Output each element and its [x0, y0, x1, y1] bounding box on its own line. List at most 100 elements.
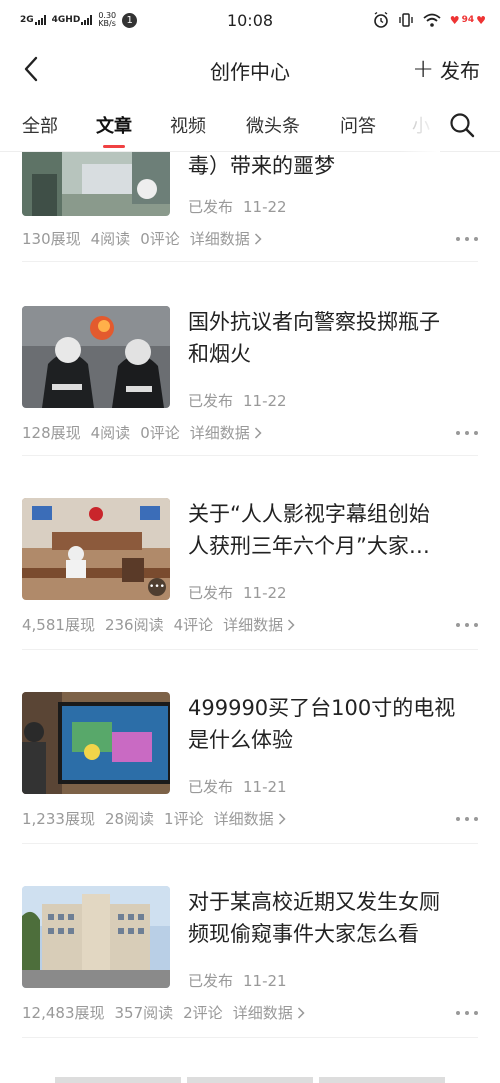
nav-bar: 创作中心 + 发布 — [0, 40, 500, 98]
article-stats: 1,233展现 28阅读 1评论 详细数据 — [22, 808, 286, 829]
detail-data-link[interactable]: 详细数据 — [190, 228, 262, 249]
article-thumbnail[interactable] — [22, 152, 170, 216]
reads-count: 4阅读 — [90, 424, 131, 442]
publish-status: 已发布 — [188, 584, 234, 602]
article-item[interactable]: 国外抗议者向警察投掷瓶子 和烟火 已发布 11-22 128展现 4阅读 0评论 … — [0, 262, 500, 456]
tab-videos[interactable]: 视频 — [170, 112, 206, 142]
article-title-line: 和烟火 — [188, 342, 251, 366]
chevron-right-icon — [254, 426, 262, 439]
chevron-right-icon — [297, 1006, 305, 1019]
detail-data-link[interactable]: 详细数据 — [233, 1002, 305, 1023]
publish-label: 发布 — [440, 58, 480, 83]
tab-micro-headlines[interactable]: 微头条 — [246, 112, 300, 142]
article-item[interactable]: 毒）带来的噩梦 已发布 11-22 130展现 4阅读 0评论 详细数据 — [0, 152, 500, 262]
bottom-toolbar-peek — [55, 1077, 445, 1083]
reads-count: 357阅读 — [114, 1004, 174, 1022]
article-item[interactable]: 499990买了台100寸的电视 是什么体验 已发布 11-21 1,233展现 … — [0, 650, 500, 844]
chevron-right-icon — [288, 618, 295, 631]
detail-data-label: 详细数据 — [189, 230, 250, 248]
back-button[interactable] — [16, 54, 46, 84]
publish-info: 已发布 11-22 — [188, 196, 287, 217]
article-thumbnail[interactable]: ••• — [22, 498, 170, 600]
status-bar-left: 2G 4GHD 0.30 KB/s 1 — [20, 12, 138, 28]
publish-date: 11-21 — [243, 778, 287, 796]
article-item[interactable]: ••• 关于“人人影视字幕组创始 人获刑三年六个月”大家… 已发布 11-22 4… — [0, 456, 500, 650]
article-title[interactable]: 对于某高校近期又发生女厕 频现偷窥事件大家怎么看 — [188, 886, 478, 950]
search-icon — [450, 113, 475, 138]
impressions-count: 130展现 — [22, 230, 81, 248]
article-title[interactable]: 国外抗议者向警察投掷瓶子 和烟火 — [188, 306, 478, 370]
network-speed-unit: KB/s — [98, 19, 116, 28]
dot-icon — [456, 1011, 460, 1015]
article-title[interactable]: 499990买了台100寸的电视 是什么体验 — [188, 692, 478, 756]
more-options-button[interactable] — [456, 617, 478, 633]
impressions-count: 12,483展现 — [22, 1004, 105, 1022]
plus-icon: + — [412, 54, 434, 84]
dot-icon — [456, 623, 460, 627]
more-options-button[interactable] — [456, 425, 478, 441]
more-options-button[interactable] — [456, 231, 478, 247]
article-title-line: 国外抗议者向警察投掷瓶子 — [188, 310, 440, 334]
heart-icon: ♥ — [476, 13, 486, 27]
detail-data-label: 详细数据 — [223, 616, 284, 634]
article-title-line: 关于“人人影视字幕组创始 — [188, 502, 430, 526]
article-thumbnail[interactable] — [22, 886, 170, 988]
article-thumbnail[interactable] — [22, 692, 170, 794]
dot-icon — [465, 817, 469, 821]
dot-icon — [474, 817, 478, 821]
detail-data-link[interactable]: 详细数据 — [214, 808, 286, 829]
chevron-right-icon — [254, 232, 262, 245]
article-item[interactable]: 对于某高校近期又发生女厕 频现偷窥事件大家怎么看 已发布 11-21 12,483… — [0, 844, 500, 1038]
article-title[interactable]: 关于“人人影视字幕组创始 人获刑三年六个月”大家… — [188, 498, 478, 562]
signal-4g-label: 4GHD — [51, 15, 81, 25]
dot-icon — [456, 237, 460, 241]
reads-count: 4阅读 — [90, 230, 131, 248]
dot-icon — [456, 817, 460, 821]
signal-bars-icon — [34, 15, 46, 25]
tab-qa[interactable]: 问答 — [340, 112, 376, 142]
comments-count: 0评论 — [140, 424, 180, 442]
chevron-right-icon — [278, 812, 286, 825]
publish-status: 已发布 — [188, 778, 234, 796]
article-title-line: 频现偷窥事件大家怎么看 — [188, 922, 419, 946]
battery-label: 94 — [461, 15, 475, 25]
publish-status: 已发布 — [188, 392, 234, 410]
dot-icon — [465, 1011, 469, 1015]
back-arrow-icon — [24, 56, 38, 82]
tab-all[interactable]: 全部 — [22, 112, 58, 142]
battery-indicator: ♥ 94 ♥ — [450, 14, 486, 27]
status-bar-right: ♥ 94 ♥ — [372, 11, 486, 29]
more-options-button[interactable] — [456, 811, 478, 827]
hospital-photo-icon — [22, 152, 170, 216]
dot-icon — [465, 431, 469, 435]
comments-count: 2评论 — [183, 1004, 223, 1022]
impressions-count: 4,581展现 — [22, 616, 95, 634]
article-stats: 130展现 4阅读 0评论 详细数据 — [22, 228, 262, 249]
article-title[interactable]: 毒）带来的噩梦 — [188, 152, 478, 182]
more-options-button[interactable] — [456, 1005, 478, 1021]
signal-2g-label: 2G — [20, 15, 34, 25]
detail-data-link[interactable]: 详细数据 — [190, 422, 262, 443]
tab-articles[interactable]: 文章 — [96, 112, 132, 142]
publish-button[interactable]: + 发布 — [412, 54, 480, 84]
signal-2g: 2G — [20, 15, 46, 25]
publish-info: 已发布 11-22 — [188, 582, 287, 603]
notification-badge: 1 — [122, 12, 138, 28]
signal-4g: 4GHD — [52, 15, 93, 25]
publish-date: 11-22 — [243, 584, 287, 602]
alarm-icon — [373, 11, 388, 28]
search-button[interactable] — [448, 111, 476, 139]
publish-date: 11-22 — [243, 198, 287, 216]
article-thumbnail[interactable] — [22, 306, 170, 408]
dot-icon — [465, 237, 469, 241]
article-stats: 12,483展现 357阅读 2评论 详细数据 — [22, 1002, 305, 1023]
tab-fade — [400, 98, 440, 152]
article-title-line: 是什么体验 — [188, 728, 293, 752]
dot-icon — [456, 431, 460, 435]
publish-info: 已发布 11-21 — [188, 776, 287, 797]
publish-info: 已发布 11-22 — [188, 390, 287, 411]
divider — [22, 1037, 478, 1038]
publish-status: 已发布 — [188, 198, 234, 216]
tab-bar: 全部 文章 视频 微头条 问答 小 — [0, 98, 500, 152]
detail-data-link[interactable]: 详细数据 — [223, 614, 295, 635]
